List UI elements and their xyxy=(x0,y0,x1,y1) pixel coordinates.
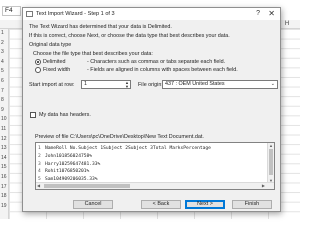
preview-file-label: Preview of file C:\Users\pc\OneDrive\Des… xyxy=(35,134,204,140)
finish-button[interactable]: Finish xyxy=(232,200,272,209)
preview-lines: 1 NameRoll No.Subject 1Subject 2Subject 3… xyxy=(38,145,263,184)
vertical-scroll-thumb[interactable] xyxy=(269,149,273,175)
scroll-right-arrow-icon[interactable]: ▶ xyxy=(262,183,265,188)
delimited-description: - Characters such as commas or tabs sepa… xyxy=(87,59,226,65)
dialog-titlebar[interactable]: Text Import Wizard - Step 1 of 3 ? ✕ xyxy=(23,8,280,20)
chevron-down-icon[interactable]: ⌄ xyxy=(271,81,275,88)
row-header-17[interactable]: 17 xyxy=(1,184,7,190)
fixed-width-radio[interactable] xyxy=(35,67,41,73)
text-import-wizard-dialog: Text Import Wizard - Step 1 of 3 ? ✕ The… xyxy=(22,7,281,212)
delimited-radio-label[interactable]: Delimited xyxy=(43,59,65,65)
preview-line-number: 2 xyxy=(38,153,41,159)
spin-arrows-icon[interactable]: ▲ ▼ xyxy=(125,81,129,89)
my-data-has-headers-label[interactable]: My data has headers. xyxy=(39,112,91,118)
help-button[interactable]: ? xyxy=(256,10,260,17)
preview-line: 4 Rohit1076850201% xyxy=(38,168,263,176)
dialog-title: Text Import Wizard - Step 1 of 3 xyxy=(36,11,115,17)
file-origin-select[interactable]: 437 : OEM United States ⌄ xyxy=(162,80,278,89)
preview-horizontal-scrollbar[interactable]: ◀ ▶ xyxy=(36,182,274,189)
row-header-1[interactable]: 1 xyxy=(1,30,4,36)
row-header-bar: 1 2 3 4 5 6 7 8 9 10 11 12 13 14 15 16 17 18 19 xyxy=(0,29,9,219)
preview-line: 3 Harry10259647481.33% xyxy=(38,161,263,169)
row-header-14[interactable]: 14 xyxy=(1,155,7,161)
close-button[interactable]: ✕ xyxy=(268,9,275,18)
row-header-3[interactable]: 3 xyxy=(1,49,4,55)
intro-text-line-1: The Text Wizard has determined that your… xyxy=(29,24,172,30)
scroll-up-arrow-icon[interactable]: ▲ xyxy=(269,143,273,148)
name-box[interactable]: F4 xyxy=(2,6,21,16)
start-import-row-value: 1 xyxy=(84,81,87,87)
my-data-has-headers-checkbox[interactable] xyxy=(30,112,36,118)
preview-vertical-scrollbar[interactable]: ▲ ▼ xyxy=(267,143,274,183)
preview-line-text: John101856024758% xyxy=(45,153,93,159)
fixed-width-description: - Fields are aligned in columns with spa… xyxy=(87,67,238,73)
original-data-type-label: Original data type xyxy=(29,42,72,48)
row-header-13[interactable]: 13 xyxy=(1,145,7,151)
preview-line-text: Rohit1076850201% xyxy=(45,169,90,175)
preview-line-text: Harry10259647481.33% xyxy=(45,161,101,167)
row-header-6[interactable]: 6 xyxy=(1,78,4,84)
scroll-left-arrow-icon[interactable]: ◀ xyxy=(37,183,40,188)
row-header-18[interactable]: 18 xyxy=(1,193,7,199)
preview-line-number: 1 xyxy=(38,146,41,151)
file-origin-label: File origin: xyxy=(138,82,163,88)
file-origin-value: 437 : OEM United States xyxy=(165,81,225,87)
row-header-7[interactable]: 7 xyxy=(1,88,4,94)
choose-file-type-label: Choose the file type that best describes… xyxy=(33,51,153,57)
row-header-15[interactable]: 15 xyxy=(1,164,7,170)
row-header-19[interactable]: 19 xyxy=(1,203,7,209)
fixed-width-radio-label[interactable]: Fixed width xyxy=(43,67,70,73)
row-header-5[interactable]: 5 xyxy=(1,68,4,74)
preview-line: 2 John101856024758% xyxy=(38,153,263,161)
horizontal-scroll-thumb[interactable] xyxy=(44,184,130,188)
start-import-row-stepper[interactable]: 1 ▲ ▼ xyxy=(81,80,131,89)
intro-text-line-2: If this is correct, choose Next, or choo… xyxy=(29,33,230,39)
row-header-4[interactable]: 4 xyxy=(1,59,4,65)
row-header-10[interactable]: 10 xyxy=(1,116,7,122)
delimited-radio[interactable] xyxy=(35,59,41,65)
cancel-button[interactable]: Cancel xyxy=(73,200,113,209)
start-import-row-label: Start import at row: xyxy=(29,82,75,88)
preview-line-text: NameRoll No.Subject 1Subject 2Subject 3T… xyxy=(45,146,211,151)
file-preview-box[interactable]: 1 NameRoll No.Subject 1Subject 2Subject 3… xyxy=(35,142,275,190)
preview-line-number: 4 xyxy=(38,169,41,175)
preview-line-number: 3 xyxy=(38,161,41,167)
row-header-16[interactable]: 16 xyxy=(1,174,7,180)
row-header-11[interactable]: 11 xyxy=(1,126,6,132)
next-button[interactable]: Next > xyxy=(185,200,225,209)
preview-line: 1 NameRoll No.Subject 1Subject 2Subject 3… xyxy=(38,145,263,153)
row-header-9[interactable]: 9 xyxy=(1,107,4,113)
row-header-8[interactable]: 8 xyxy=(1,97,4,103)
back-button[interactable]: < Back xyxy=(141,200,181,209)
wizard-window-icon xyxy=(26,11,33,17)
row-header-2[interactable]: 2 xyxy=(1,40,4,46)
row-header-12[interactable]: 12 xyxy=(1,136,7,142)
